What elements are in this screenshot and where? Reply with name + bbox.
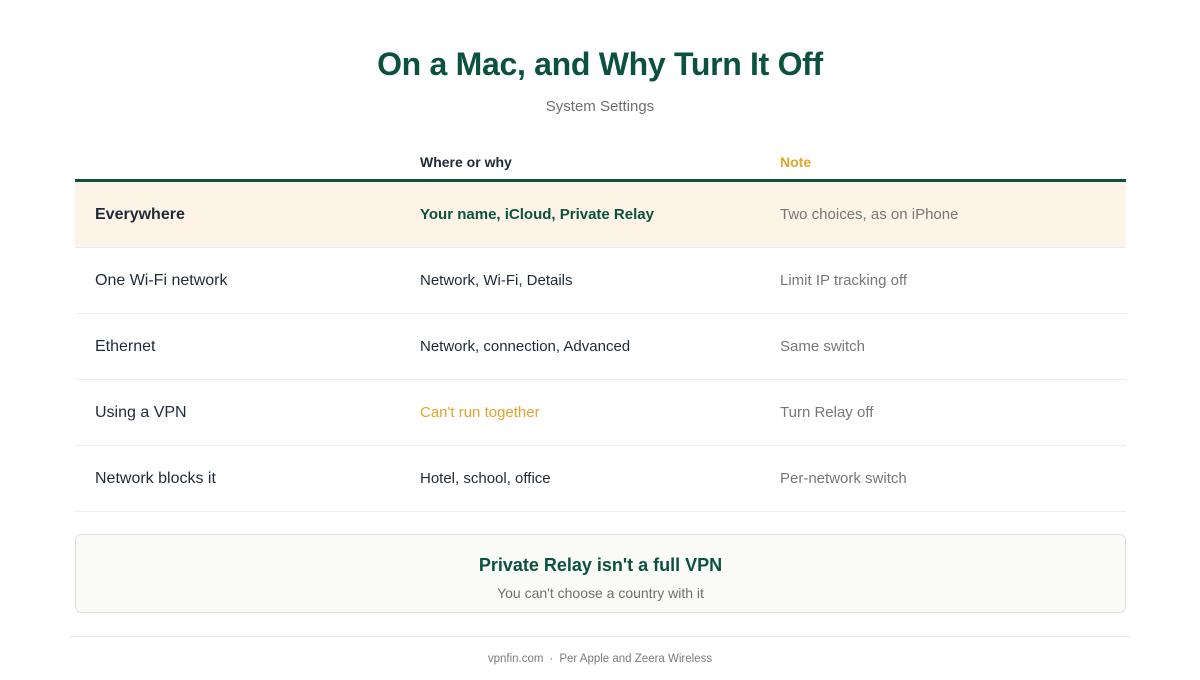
callout-subtitle: You can't choose a country with it xyxy=(497,585,704,601)
column-header-note: Note xyxy=(780,154,812,170)
row-where: Network, connection, Advanced xyxy=(420,338,631,355)
footer-site: vpnfin.com xyxy=(487,653,544,665)
row-label: Network blocks it xyxy=(95,470,216,487)
row-label: Everywhere xyxy=(95,206,185,223)
table-row: Ethernet Network, connection, Advanced S… xyxy=(75,314,1126,380)
row-note: Per-network switch xyxy=(780,470,907,487)
footer-divider xyxy=(70,636,1131,637)
row-note: Two choices, as on iPhone xyxy=(780,206,959,223)
row-where: Your name, iCloud, Private Relay xyxy=(420,206,654,223)
row-label: Using a VPN xyxy=(95,404,187,421)
page-subtitle: System Settings xyxy=(545,98,655,115)
footer: vpnfin.com · Per Apple and Zeera Wireless xyxy=(0,653,1200,665)
settings-table: Where or why Note Everywhere Your name, … xyxy=(75,145,1126,512)
table-row: Everywhere Your name, iCloud, Private Re… xyxy=(75,182,1126,248)
row-label: One Wi-Fi network xyxy=(95,272,228,289)
row-note: Same switch xyxy=(780,338,866,355)
table-row: Using a VPN Can't run together Turn Rela… xyxy=(75,380,1126,446)
callout-title: Private Relay isn't a full VPN xyxy=(478,555,723,575)
row-where: Hotel, school, office xyxy=(420,470,551,487)
table-row: One Wi-Fi network Network, Wi-Fi, Detail… xyxy=(75,248,1126,314)
row-note: Limit IP tracking off xyxy=(780,272,908,289)
row-where: Network, Wi-Fi, Details xyxy=(420,272,573,289)
page: On a Mac, and Why Turn It Off System Set… xyxy=(0,0,1200,680)
row-label: Ethernet xyxy=(95,338,156,355)
column-header-where: Where or why xyxy=(420,154,512,170)
row-where: Can't run together xyxy=(420,404,540,421)
footer-separator: · xyxy=(549,653,554,665)
table-header: Where or why Note xyxy=(75,145,1126,182)
footer-source: Per Apple and Zeera Wireless xyxy=(559,653,713,665)
page-title: On a Mac, and Why Turn It Off xyxy=(377,46,823,82)
table-row: Network blocks it Hotel, school, office … xyxy=(75,446,1126,512)
row-note: Turn Relay off xyxy=(780,404,874,421)
info-callout: Private Relay isn't a full VPN You can't… xyxy=(75,534,1126,613)
